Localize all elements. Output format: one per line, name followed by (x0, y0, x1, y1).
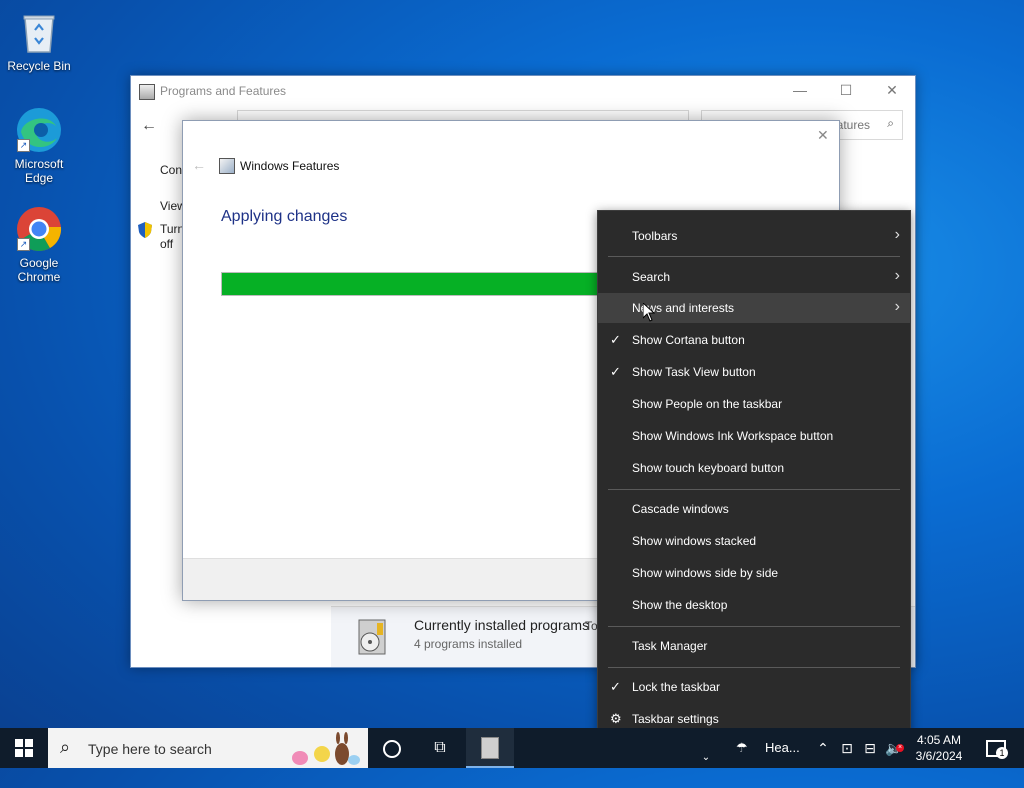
start-button[interactable] (0, 728, 48, 768)
network-icon[interactable]: ⊡ (838, 728, 856, 768)
back-arrow-icon[interactable]: ← (192, 157, 206, 173)
back-arrow-icon[interactable]: ← (141, 117, 157, 135)
menu-item-search[interactable]: Search › (598, 262, 910, 292)
window-title: Programs and Features (160, 84, 287, 98)
applying-changes-heading: Applying changes (221, 208, 348, 225)
ethernet-disconnected-icon[interactable]: ⊟ (860, 728, 880, 768)
menu-item-show-touch-keyboard[interactable]: Show touch keyboard button (598, 453, 910, 483)
chevron-right-icon: › (894, 298, 900, 315)
clock-date: 3/6/2024 (915, 749, 963, 763)
close-icon[interactable]: ✕ (817, 127, 829, 144)
windows-features-icon (219, 158, 235, 174)
search-icon: ⌕ (887, 116, 894, 130)
menu-separator (608, 667, 900, 668)
dialog-title: Windows Features (240, 159, 340, 173)
cortana-circle-icon (383, 740, 401, 758)
installed-programs-heading: Currently installed programs (414, 617, 590, 633)
close-button[interactable]: ✕ (869, 76, 915, 106)
taskbar-context-menu: Toolbars › Search › News and interests ›… (597, 210, 911, 746)
volume-muted-icon[interactable]: 🔈 × (884, 728, 904, 768)
task-view-button[interactable]: ⧉ (418, 728, 462, 768)
desktop-icon-label: Recycle Bin (7, 59, 71, 73)
window-title-bar[interactable]: Programs and Features — ☐ ✕ (131, 76, 915, 106)
menu-item-show-task-view-button[interactable]: ✓ Show Task View button (598, 357, 910, 387)
windows-logo-icon (15, 739, 33, 757)
menu-item-lock-the-taskbar[interactable]: ✓ Lock the taskbar (598, 672, 910, 702)
notification-count-badge: 1 (996, 747, 1008, 759)
search-icon: ⌕ (60, 737, 71, 757)
mouse-cursor-icon (642, 301, 656, 325)
search-field-visible-text: atures (836, 118, 870, 132)
taskbar-search-placeholder: Type here to search (88, 741, 212, 757)
action-center-button[interactable]: 1 (976, 728, 1016, 768)
desktop-icon-label: Google Chrome (17, 256, 61, 284)
progress-bar-fill (222, 273, 599, 295)
taskbar: ⌕ Type here to search ⧉ ⌄ ☂ Hea... ⌃ ⊡ ⊟… (0, 728, 1024, 768)
chevron-right-icon: › (894, 267, 900, 284)
side-link-turn-features[interactable]: Turn (160, 222, 184, 236)
menu-separator (608, 626, 900, 627)
menu-item-show-windows-stacked[interactable]: Show windows stacked (598, 526, 910, 556)
menu-separator (608, 256, 900, 257)
programs-app-icon (139, 84, 155, 100)
desktop-icon-recycle-bin[interactable]: Recycle Bin (1, 8, 77, 73)
menu-item-show-cortana-button[interactable]: ✓ Show Cortana button (598, 325, 910, 355)
muted-x-icon: × (896, 744, 904, 752)
menu-item-toolbars[interactable]: Toolbars › (598, 221, 910, 251)
taskbar-scroll-down-button[interactable]: ⌄ (698, 728, 714, 768)
clock[interactable]: 4:05 AM 3/6/2024 (908, 728, 970, 768)
menu-item-show-the-desktop[interactable]: Show the desktop (598, 590, 910, 620)
news-weather-widget[interactable]: ☂ Hea... (730, 728, 808, 768)
menu-item-show-people[interactable]: Show People on the taskbar (598, 389, 910, 419)
checkmark-icon: ✓ (610, 332, 621, 347)
menu-item-task-manager[interactable]: Task Manager (598, 631, 910, 661)
show-hidden-icons-button[interactable]: ⌃ (814, 728, 832, 768)
chrome-icon: ↗ (15, 205, 63, 253)
checkmark-icon: ✓ (610, 679, 621, 694)
task-view-icon: ⧉ (434, 739, 446, 756)
edge-icon: ↗ (15, 106, 63, 154)
gear-icon: ⚙ (610, 711, 622, 726)
clock-time: 4:05 AM (916, 733, 962, 747)
menu-item-show-ink-workspace[interactable]: Show Windows Ink Workspace button (598, 421, 910, 451)
programs-and-features-icon (481, 737, 499, 759)
recycle-bin-icon (15, 8, 63, 56)
taskbar-app-programs-and-features[interactable] (466, 728, 514, 768)
cortana-button[interactable] (370, 728, 414, 768)
installer-package-icon (355, 617, 391, 659)
minimize-button[interactable]: — (777, 76, 823, 106)
shortcut-arrow-icon: ↗ (17, 139, 30, 152)
taskbar-search-box[interactable]: ⌕ Type here to search (48, 728, 368, 768)
menu-item-show-windows-side-by-side[interactable]: Show windows side by side (598, 558, 910, 588)
umbrella-icon: ☂ (736, 740, 748, 755)
desktop-icon-google-chrome[interactable]: ↗ Google Chrome (1, 205, 77, 284)
checkmark-icon: ✓ (610, 364, 621, 379)
shortcut-arrow-icon: ↗ (17, 238, 30, 251)
desktop-icon-label: Microsoft Edge (14, 157, 64, 185)
menu-item-cascade-windows[interactable]: Cascade windows (598, 494, 910, 524)
menu-separator (608, 489, 900, 490)
desktop-icon-microsoft-edge[interactable]: ↗ Microsoft Edge (1, 106, 77, 185)
maximize-button[interactable]: ☐ (823, 76, 869, 106)
chevron-right-icon: › (894, 226, 900, 243)
shield-icon (138, 222, 152, 241)
weather-text: Hea... (765, 740, 800, 755)
installed-programs-count: 4 programs installed (414, 637, 523, 651)
easter-search-highlight-icon (290, 732, 366, 766)
side-link-turn-features-cont[interactable]: off (160, 237, 173, 251)
